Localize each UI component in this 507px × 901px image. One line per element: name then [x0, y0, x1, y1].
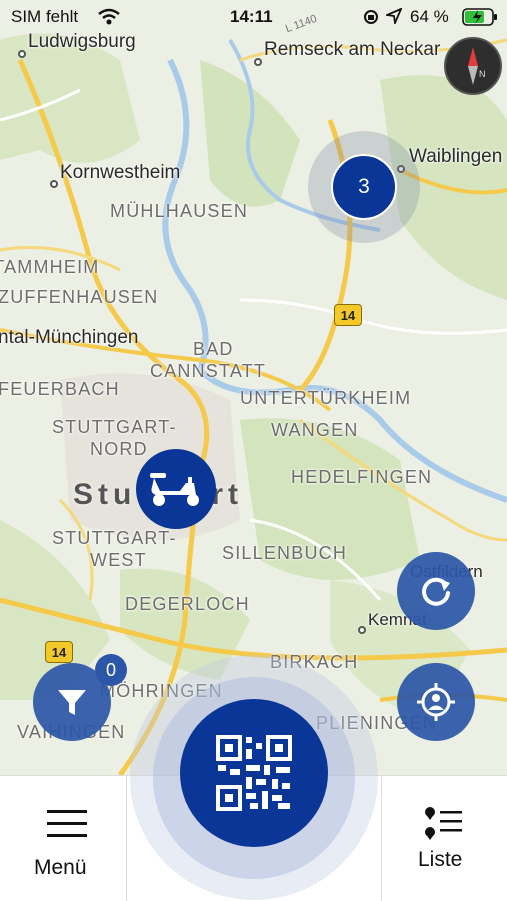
list-icon — [425, 807, 462, 840]
vehicle-cluster-marker[interactable]: 3 — [331, 154, 397, 220]
battery-icon — [462, 8, 497, 26]
district-stammheim: STAMMHEIM — [0, 257, 100, 277]
refresh-icon — [422, 577, 450, 606]
road-shield: 14 — [45, 641, 73, 663]
battery-percent: 64 % — [410, 7, 449, 26]
locate-me-button[interactable] — [397, 663, 475, 741]
clock: 14:11 — [230, 7, 273, 26]
district-zuffenhausen: ZUFFENHAUSEN — [0, 287, 159, 307]
list-label: Liste — [418, 848, 463, 871]
district-wangen: WANGEN — [271, 420, 359, 440]
district-stuttgart-nord-1: STUTTGART- — [52, 417, 177, 437]
menu-button[interactable]: Menü — [0, 776, 126, 901]
carrier-label: SIM fehlt — [11, 7, 79, 26]
wifi-icon — [98, 8, 120, 25]
place-ludwigsburg: Ludwigsburg — [28, 31, 136, 52]
district-untertuerkheim: UNTERTÜRKHEIM — [240, 388, 412, 408]
scooter-marker[interactable] — [136, 449, 216, 529]
district-feuerbach: FEUERBACH — [0, 379, 120, 399]
divider — [126, 776, 127, 901]
filter-count-badge: 0 — [95, 654, 127, 686]
cluster-count: 3 — [358, 175, 370, 198]
place-marker — [18, 50, 26, 58]
compass-button[interactable]: N — [444, 37, 502, 95]
filter-icon — [58, 690, 86, 715]
menu-label: Menü — [34, 856, 87, 879]
district-stuttgart-west-2: WEST — [90, 550, 147, 570]
district-muehlhausen: MÜHLHAUSEN — [110, 201, 249, 221]
location-target-icon — [417, 683, 455, 721]
filter-count: 0 — [105, 659, 116, 680]
place-marker — [358, 626, 366, 634]
district-sillenbuch: SILLENBUCH — [222, 543, 348, 563]
hamburger-menu-icon — [47, 810, 87, 837]
qr-code-icon — [216, 735, 292, 811]
location-arrow-icon — [386, 8, 402, 24]
district-bad: BAD — [193, 339, 234, 359]
district-hedelfingen: HEDELFINGEN — [291, 467, 433, 487]
district-cannstatt: CANNSTATT — [150, 361, 267, 381]
place-marker — [50, 180, 58, 188]
place-waiblingen: Waiblingen — [409, 146, 503, 167]
scan-qr-button[interactable] — [180, 699, 328, 847]
svg-text:N: N — [479, 69, 486, 79]
list-button[interactable]: Liste — [382, 776, 507, 901]
district-stuttgart-west-1: STUTTGART- — [52, 528, 177, 548]
place-kornwestheim: Kornwestheim — [60, 162, 181, 183]
place-remseck: Remseck am Neckar — [264, 39, 441, 60]
scooter-icon — [150, 473, 199, 506]
district-stuttgart-nord-2: NORD — [90, 439, 148, 459]
road-shield: 14 — [334, 304, 362, 326]
orientation-lock-icon — [364, 10, 378, 24]
place-muenchingen: ntal-Münchingen — [0, 327, 139, 348]
status-bar: SIM fehlt 14:11 64 % — [0, 0, 507, 34]
district-degerloch: DEGERLOCH — [125, 594, 250, 614]
refresh-button[interactable] — [397, 552, 475, 630]
place-marker — [254, 58, 262, 66]
compass-icon: N — [468, 47, 486, 85]
